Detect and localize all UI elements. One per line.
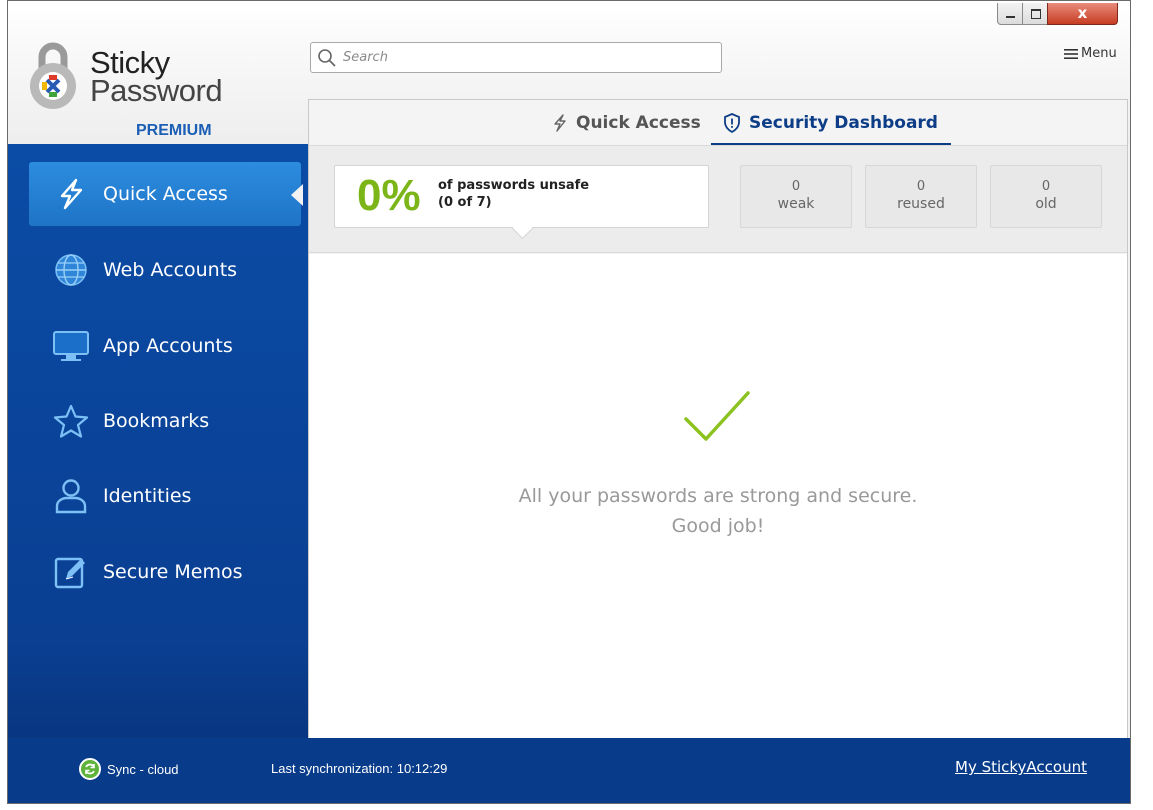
menu-label: Menu (1081, 46, 1117, 61)
memo-edit-icon (49, 550, 93, 594)
tab-security-dashboard[interactable]: Security Dashboard (723, 113, 938, 133)
logo-text-password: Password (90, 73, 223, 108)
unsafe-percent: 0% (357, 171, 421, 220)
app-window: Sticky Password PREMIUM x Menu (7, 0, 1131, 804)
star-icon (49, 399, 93, 443)
shield-icon (724, 113, 740, 133)
stat-old[interactable]: 0 old (990, 165, 1102, 228)
unsafe-label-text: of passwords unsafe (438, 178, 590, 193)
last-sync-time: Last synchronization: 10:12:29 (271, 761, 448, 776)
logo-lock-icon (30, 42, 76, 109)
sync-status[interactable]: Sync - cloud (79, 758, 179, 780)
sidebar-item-web-accounts[interactable]: Web Accounts (29, 238, 301, 302)
stat-name: old (1035, 196, 1057, 212)
search-input[interactable] (343, 46, 713, 68)
unsafe-count: (0 of 7) (438, 195, 492, 210)
status-message: All your passwords are strong and secure… (309, 481, 1127, 541)
sidebar-item-bookmarks[interactable]: Bookmarks (29, 389, 301, 453)
unsafe-label: of passwords unsafe (0 of 7) (438, 177, 589, 211)
minimize-button[interactable] (997, 3, 1023, 25)
tab-label: Security Dashboard (749, 113, 938, 133)
tab-label: Quick Access (576, 113, 701, 133)
status-message-line2: Good job! (671, 515, 765, 537)
logo-text-premium: PREMIUM (136, 122, 212, 139)
stats-bar: 0% of passwords unsafe (0 of 7) 0 weak 0… (309, 146, 1127, 253)
lightning-icon (49, 172, 93, 216)
sidebar-item-label: Web Accounts (103, 259, 238, 281)
tab-bar: Quick Access Security Dashboard (309, 100, 1127, 146)
dashboard-content: All your passwords are strong and secure… (309, 254, 1127, 740)
status-message-line1: All your passwords are strong and secure… (518, 485, 918, 507)
active-tab-indicator (711, 143, 951, 145)
close-button[interactable]: x (1047, 3, 1118, 25)
my-account-link[interactable]: My StickyAccount (955, 758, 1087, 776)
stat-reused[interactable]: 0 reused (865, 165, 977, 228)
maximize-button[interactable] (1022, 3, 1048, 25)
stat-value: 0 (1041, 179, 1051, 194)
monitor-icon (49, 324, 93, 368)
sidebar: Quick Access Web Accounts App Accounts B… (8, 144, 308, 803)
sidebar-item-quick-access[interactable]: Quick Access (29, 162, 303, 226)
sidebar-item-label: Identities (103, 485, 192, 507)
stat-name: reused (897, 196, 945, 212)
stat-value: 0 (791, 179, 801, 194)
search-icon (318, 49, 336, 67)
tab-quick-access[interactable]: Quick Access (552, 113, 701, 133)
main-panel: Quick Access Security Dashboard 0% of pa… (308, 99, 1128, 740)
sidebar-item-identities[interactable]: Identities (29, 464, 301, 528)
sidebar-item-secure-memos[interactable]: Secure Memos (29, 540, 301, 604)
sync-label: Sync - cloud (107, 761, 179, 777)
sidebar-item-label: Quick Access (103, 183, 228, 205)
sync-icon (79, 758, 101, 780)
close-icon: x (1077, 4, 1088, 22)
search-box[interactable] (310, 42, 722, 73)
unsafe-passwords-card[interactable]: 0% of passwords unsafe (0 of 7) (334, 165, 709, 228)
globe-icon (49, 248, 93, 292)
menu-button[interactable]: Menu (1064, 46, 1117, 61)
sidebar-item-label: Secure Memos (103, 561, 243, 583)
sidebar-item-app-accounts[interactable]: App Accounts (29, 314, 301, 378)
stat-value: 0 (916, 179, 926, 194)
person-icon (49, 474, 93, 518)
app-logo: Sticky Password PREMIUM (28, 23, 268, 139)
stat-name: weak (777, 196, 815, 212)
footer: Sync - cloud Last synchronization: 10:12… (8, 738, 1130, 803)
window-controls: x (997, 1, 1127, 33)
sidebar-item-label: Bookmarks (103, 410, 210, 432)
sidebar-item-label: App Accounts (103, 335, 233, 357)
stat-weak[interactable]: 0 weak (740, 165, 852, 228)
checkmark-icon (684, 391, 750, 441)
hamburger-icon (1064, 48, 1078, 59)
lightning-icon (554, 114, 566, 132)
